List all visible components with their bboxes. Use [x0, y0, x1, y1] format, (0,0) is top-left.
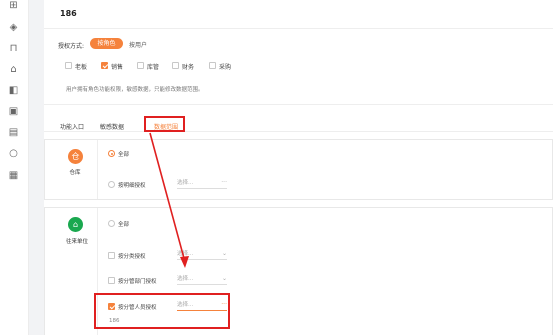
warehouse-icon: 仓: [68, 149, 83, 164]
role-checkbox-finance[interactable]: [172, 62, 179, 69]
main-panel: 186 授权方式: 按角色 按用户 老板 销售 库管 财务 采购 用户拥有角色功…: [44, 0, 553, 335]
home-icon[interactable]: ⌂: [8, 64, 19, 75]
ellipsis-icon: ···: [221, 179, 227, 186]
warehouse-select[interactable]: 选择... ···: [177, 178, 227, 189]
auth-by-role-button[interactable]: 按角色: [90, 38, 123, 49]
document-icon[interactable]: ▦: [8, 170, 19, 181]
grid-icon[interactable]: ⊞: [8, 0, 19, 11]
partner-by-category-checkbox[interactable]: [108, 252, 115, 259]
briefcase-icon[interactable]: ⊓: [8, 43, 19, 54]
select-placeholder: 选择...: [177, 180, 194, 186]
role-checkbox-sales[interactable]: [101, 62, 108, 69]
option-label: 全部: [118, 152, 130, 158]
divider: [44, 104, 553, 105]
partner-label: 往来单位: [65, 239, 88, 245]
warehouse-by-detail-radio[interactable]: [108, 181, 115, 188]
compass-icon[interactable]: ◈: [8, 22, 19, 33]
role-label: 财务: [182, 64, 195, 71]
partner-by-dept-checkbox[interactable]: [108, 277, 115, 284]
role-label: 库管: [147, 64, 160, 71]
divider: [44, 28, 553, 29]
warehouse-all-radio[interactable]: [108, 150, 115, 157]
option-label: 全部: [118, 222, 130, 228]
tab-function-entry[interactable]: 功能入口: [60, 122, 84, 131]
lock-icon[interactable]: ◧: [8, 85, 19, 96]
option-label: 按分类授权: [118, 254, 146, 260]
warehouse-label: 仓库: [69, 170, 81, 176]
id-card-icon[interactable]: ▤: [8, 127, 19, 138]
tabs-divider: [44, 131, 553, 132]
select-placeholder: 选择...: [177, 276, 194, 282]
select-placeholder: 选择...: [177, 251, 194, 257]
sidebar: ⊞ ◈ ⊓ ⌂ ◧ ▣ ▤ ○ ▦: [0, 0, 29, 335]
role-label: 老板: [75, 64, 88, 71]
chevron-down-icon: ⌄: [221, 275, 227, 282]
option-label: 按明细授权: [118, 183, 146, 189]
role-checkbox-purchase[interactable]: [209, 62, 216, 69]
clipboard-icon[interactable]: ▣: [8, 106, 19, 117]
auth-by-user-button[interactable]: 按用户: [129, 40, 147, 49]
annotation-box-staff: [94, 293, 230, 329]
role-hint-text: 用户拥有角色功能权限，敏感数据，只能修改数据范围。: [66, 87, 204, 93]
option-label: 按分管部门授权: [118, 279, 157, 285]
warehouse-scope-card: 仓 仓库 全部 按明细授权 选择... ···: [44, 139, 553, 200]
page-title: 186: [60, 9, 77, 18]
partner-all-radio[interactable]: [108, 220, 115, 227]
role-label: 销售: [111, 64, 124, 71]
partner-icon: ⌂: [68, 217, 83, 232]
category-select[interactable]: 选择... ⌄: [177, 249, 227, 260]
annotation-box-tab: [144, 116, 185, 132]
chevron-down-icon: ⌄: [221, 250, 227, 257]
role-checkbox-boss[interactable]: [65, 62, 72, 69]
dept-select[interactable]: 选择... ⌄: [177, 274, 227, 285]
loop-icon[interactable]: ○: [8, 148, 19, 159]
role-label: 采购: [219, 64, 232, 71]
auth-mode-label: 授权方式:: [58, 43, 85, 50]
role-checkbox-warehouse-keeper[interactable]: [137, 62, 144, 69]
tab-sensitive-data[interactable]: 敏感数据: [100, 122, 124, 131]
